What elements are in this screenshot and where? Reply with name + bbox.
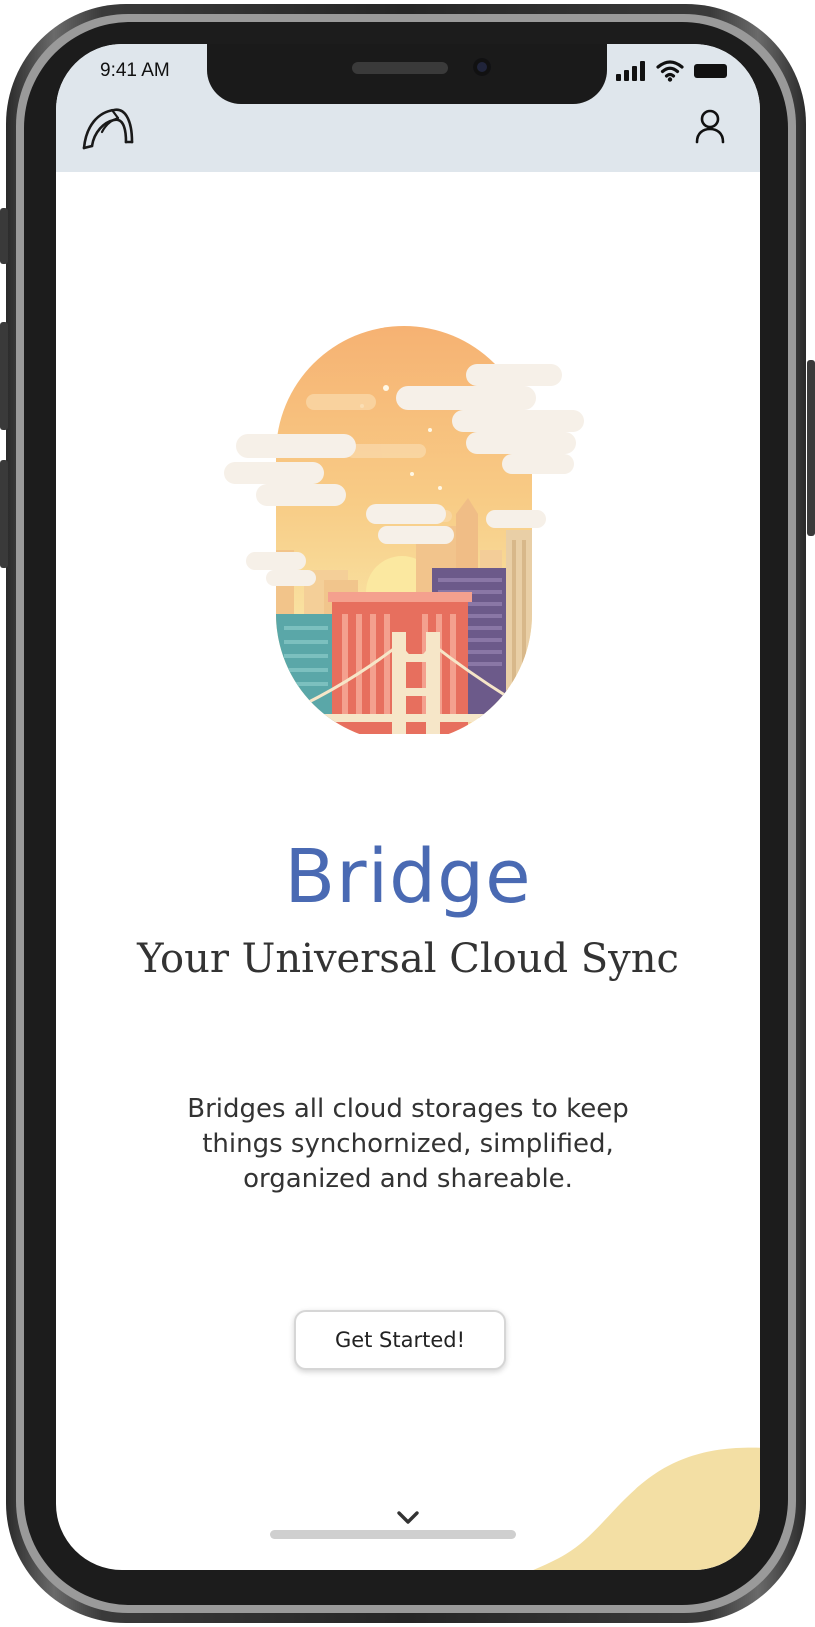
wifi-icon [656, 60, 684, 82]
status-time: 9:41 AM [100, 60, 170, 81]
app-header: 9:41 AM [56, 44, 760, 172]
decorative-blob [533, 1447, 760, 1570]
app-title: Bridge [284, 834, 532, 920]
speaker-grille [352, 62, 448, 74]
home-indicator [270, 1530, 516, 1539]
status-icons [616, 60, 730, 82]
volume-up-button [0, 322, 8, 430]
phone-screen: 9:41 AM Bridge Your Universal Cloud Sync… [56, 44, 760, 1570]
user-profile-icon[interactable] [694, 108, 726, 144]
get-started-button[interactable]: Get Started! [294, 1310, 506, 1370]
signal-icon [616, 61, 645, 81]
city-skyline-bridge-illustration [224, 326, 584, 734]
power-button [807, 360, 815, 536]
volume-down-button [0, 460, 8, 568]
device-notch [207, 44, 607, 104]
mute-switch [0, 208, 8, 264]
app-description: Bridges all cloud storages to keep thing… [187, 1094, 629, 1194]
arch-logo-icon[interactable] [78, 104, 138, 150]
battery-icon [694, 64, 727, 78]
front-camera [473, 58, 491, 76]
app-subtitle: Your Universal Cloud Sync [137, 936, 679, 982]
chevron-down-icon[interactable] [392, 1508, 424, 1528]
